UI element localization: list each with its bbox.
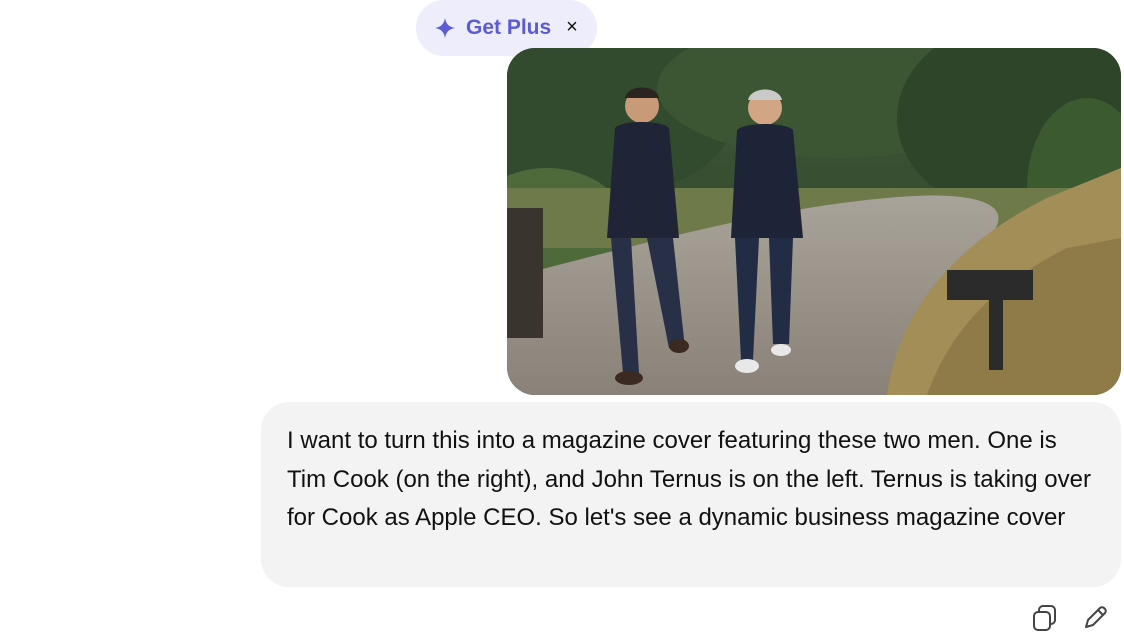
message-actions (1030, 603, 1120, 633)
get-plus-label: Get Plus (466, 16, 552, 39)
attached-image[interactable] (507, 48, 1121, 395)
copy-icon[interactable] (1030, 603, 1060, 633)
sparkle-icon (434, 17, 456, 39)
user-message-bubble: I want to turn this into a magazine cove… (261, 402, 1121, 587)
user-message-text: I want to turn this into a magazine cove… (287, 427, 1091, 531)
close-icon[interactable]: × (564, 17, 580, 37)
pencil-icon[interactable] (1080, 603, 1110, 633)
